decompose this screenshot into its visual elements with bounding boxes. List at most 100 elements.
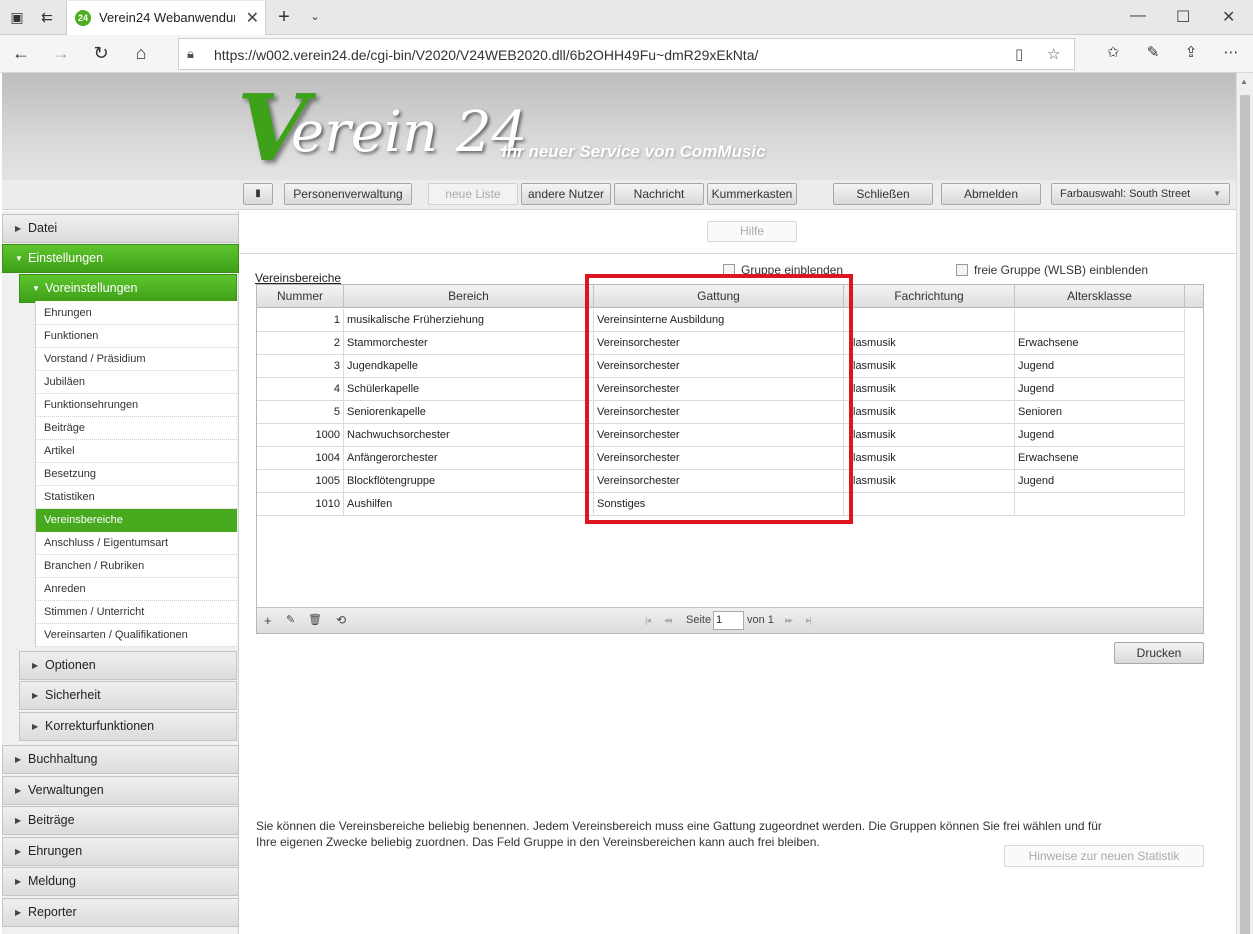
sidebar-item-reporter[interactable]: ▶ Reporter (2, 898, 239, 927)
refresh-icon[interactable]: ⟲ (336, 613, 346, 627)
table-row[interactable]: 5 Seniorenkapelle Vereinsorchester lasmu… (257, 401, 1185, 424)
freie-gruppe-checkbox[interactable]: freie Gruppe (WLSB) einblenden (956, 263, 1148, 277)
drucken-button[interactable]: Drucken (1114, 642, 1204, 664)
refresh-icon[interactable]: ↻ (90, 43, 112, 64)
back-icon[interactable]: ← (10, 43, 32, 64)
nachricht-button[interactable]: Nachricht (614, 183, 704, 205)
sidebar-item-einstellungen[interactable]: ▼ Einstellungen (2, 244, 239, 273)
table-row[interactable]: 4 Schülerkapelle Vereinsorchester lasmus… (257, 378, 1185, 401)
set-aside-tabs-icon[interactable]: ⇇ (38, 8, 56, 26)
column-header-bereich[interactable]: Bereich (344, 285, 594, 308)
gruppe-einblenden-checkbox[interactable]: Gruppe einblenden (723, 263, 843, 277)
add-icon[interactable]: + (264, 613, 272, 628)
column-header-fachrichtung[interactable]: Fachrichtung (844, 285, 1015, 308)
sidebar-subitem[interactable]: Beiträge (36, 417, 237, 440)
table-row[interactable]: 2 Stammorchester Vereinsorchester lasmus… (257, 332, 1185, 355)
table-row[interactable]: 1010 Aushilfen Sonstiges (257, 493, 1185, 516)
sidebar-item-beitraege[interactable]: ▶ Beiträge (2, 806, 239, 835)
reading-view-icon[interactable]: ▯ (1015, 45, 1023, 63)
minimize-icon[interactable]: — (1130, 7, 1146, 25)
home-icon[interactable]: ⌂ (130, 43, 152, 64)
sidebar-item-sicherheit[interactable]: ▶ Sicherheit (19, 681, 237, 710)
scrollbar-thumb[interactable] (1240, 95, 1250, 934)
sidebar-subitem[interactable]: Jubiläen (36, 371, 237, 394)
url-field[interactable]: 🔒︎ https://w002.verein24.de/cgi-bin/V202… (178, 38, 1075, 70)
chevron-right-icon: ▶ (32, 691, 39, 700)
sidebar-item-ehrungen[interactable]: ▶ Ehrungen (2, 837, 239, 866)
vereinsbereiche-grid: Nummer Bereich Gattung Fachrichtung Alte… (256, 284, 1204, 634)
trash-icon[interactable]: 🗑︎ (308, 613, 322, 626)
andere-nutzer-button[interactable]: andere Nutzer (521, 183, 611, 205)
browser-tab[interactable]: 24 Verein24 Webanwendung ✕ (66, 1, 266, 35)
chevron-right-icon: ▶ (15, 786, 22, 795)
sidebar-subitem[interactable]: Branchen / Rubriken (36, 555, 237, 578)
page-number-input[interactable]: 1 (713, 611, 744, 630)
personenverwaltung-button[interactable]: Personenverwaltung (284, 183, 412, 205)
last-page-icon[interactable]: ▸| (806, 615, 812, 626)
column-header-altersklasse[interactable]: Altersklasse (1015, 285, 1185, 308)
sidebar-subitem[interactable]: Funktionsehrungen (36, 394, 237, 417)
table-row[interactable]: 1005 Blockflötengruppe Vereinsorchester … (257, 470, 1185, 493)
maximize-icon[interactable]: ☐ (1176, 7, 1190, 27)
sidebar: ▶ Datei ▼ Einstellungen ▼ Voreinstellungen … (2, 211, 239, 934)
column-header-nummer[interactable]: Nummer (257, 285, 344, 308)
sidebar-subitem[interactable]: Vereinsarten / Qualifikationen (36, 624, 237, 647)
sidebar-subitem[interactable]: Artikel (36, 440, 237, 463)
page-scrollbar[interactable]: ▲ (1236, 73, 1253, 934)
sidebar-item-voreinstellungen[interactable]: ▼ Voreinstellungen (19, 274, 237, 303)
first-page-icon[interactable]: |◂ (645, 615, 651, 626)
table-row[interactable]: 1 musikalische Früherziehung Vereinsinte… (257, 309, 1185, 332)
sidebar-subitem[interactable]: Anschluss / Eigentumsart (36, 532, 237, 555)
sidebar-item-optionen[interactable]: ▶ Optionen (19, 651, 237, 680)
chevron-right-icon: ▶ (15, 755, 22, 764)
sidebar-subitem[interactable]: Statistiken (36, 486, 237, 509)
pen-icon[interactable]: ✎ (1142, 43, 1164, 61)
hilfe-button[interactable]: Hilfe (707, 221, 797, 242)
prev-page-icon[interactable]: ◂◂ (664, 615, 672, 626)
new-tab-icon[interactable]: + (275, 7, 293, 27)
chevron-down-icon: ▼ (1213, 189, 1221, 198)
schliessen-button[interactable]: Schließen (833, 183, 933, 205)
abmelden-button[interactable]: Abmelden (941, 183, 1041, 205)
sidebar-subitem[interactable]: Vorstand / Präsidium (36, 348, 237, 371)
farbauswahl-select[interactable]: Farbauswahl: South Street ▼ (1051, 183, 1230, 205)
favicon-icon: 24 (75, 10, 91, 26)
forward-icon[interactable]: → (50, 43, 72, 64)
tab-list-chevron-icon[interactable]: ⌄ (306, 8, 324, 26)
table-row[interactable]: 1004 Anfängerorchester Vereinsorchester … (257, 447, 1185, 470)
scroll-up-icon[interactable]: ▲ (1240, 77, 1248, 86)
sidebar-item-korrekturfunktionen[interactable]: ▶ Korrekturfunktionen (19, 712, 237, 741)
sidebar-subitem-vereinsbereiche[interactable]: Vereinsbereiche (36, 509, 237, 532)
sidebar-item-buchhaltung[interactable]: ▶ Buchhaltung (2, 745, 239, 774)
favorite-star-icon[interactable]: ☆ (1047, 45, 1060, 63)
menu-toggle-button[interactable]: ▮ (243, 183, 273, 205)
chevron-right-icon: ▶ (15, 847, 22, 856)
grid-header: Nummer Bereich Gattung Fachrichtung Alte… (257, 285, 1203, 308)
close-window-icon[interactable]: ✕ (1222, 7, 1235, 27)
sidebar-item-datei[interactable]: ▶ Datei (2, 214, 239, 243)
sidebar-item-verwaltungen[interactable]: ▶ Verwaltungen (2, 776, 239, 805)
tagline: Ihr neuer Service von ComMusic (502, 142, 766, 161)
hinweise-statistik-button[interactable]: Hinweise zur neuen Statistik (1004, 845, 1204, 867)
sidebar-subitem[interactable]: Anreden (36, 578, 237, 601)
sidebar-subitem[interactable]: Funktionen (36, 325, 237, 348)
grid-title: Vereinsbereiche (255, 271, 342, 285)
sidebar-subitem[interactable]: Besetzung (36, 463, 237, 486)
table-row[interactable]: 3 Jugendkapelle Vereinsorchester lasmusi… (257, 355, 1185, 378)
table-row[interactable]: 1000 Nachwuchsorchester Vereinsorchester… (257, 424, 1185, 447)
app-header (2, 73, 1236, 183)
share-icon[interactable]: ⇪ (1180, 43, 1202, 61)
column-header-gattung[interactable]: Gattung (594, 285, 844, 308)
tab-title: Verein24 Webanwendung (99, 10, 235, 25)
kummerkasten-button[interactable]: Kummerkasten (707, 183, 797, 205)
sidebar-subitem[interactable]: Stimmen / Unterricht (36, 601, 237, 624)
edit-icon[interactable]: ✎ (286, 613, 295, 626)
tab-actions-icon[interactable]: ▣ (8, 8, 26, 26)
next-page-icon[interactable]: ▸▸ (785, 615, 793, 626)
neue-liste-button[interactable]: neue Liste (428, 183, 518, 205)
more-icon[interactable]: ⋯ (1220, 43, 1242, 61)
close-tab-icon[interactable]: ✕ (246, 8, 259, 28)
favorites-icon[interactable]: ✩ (1102, 43, 1124, 61)
sidebar-item-meldung[interactable]: ▶ Meldung (2, 867, 239, 896)
sidebar-subitem[interactable]: Ehrungen (36, 302, 237, 325)
